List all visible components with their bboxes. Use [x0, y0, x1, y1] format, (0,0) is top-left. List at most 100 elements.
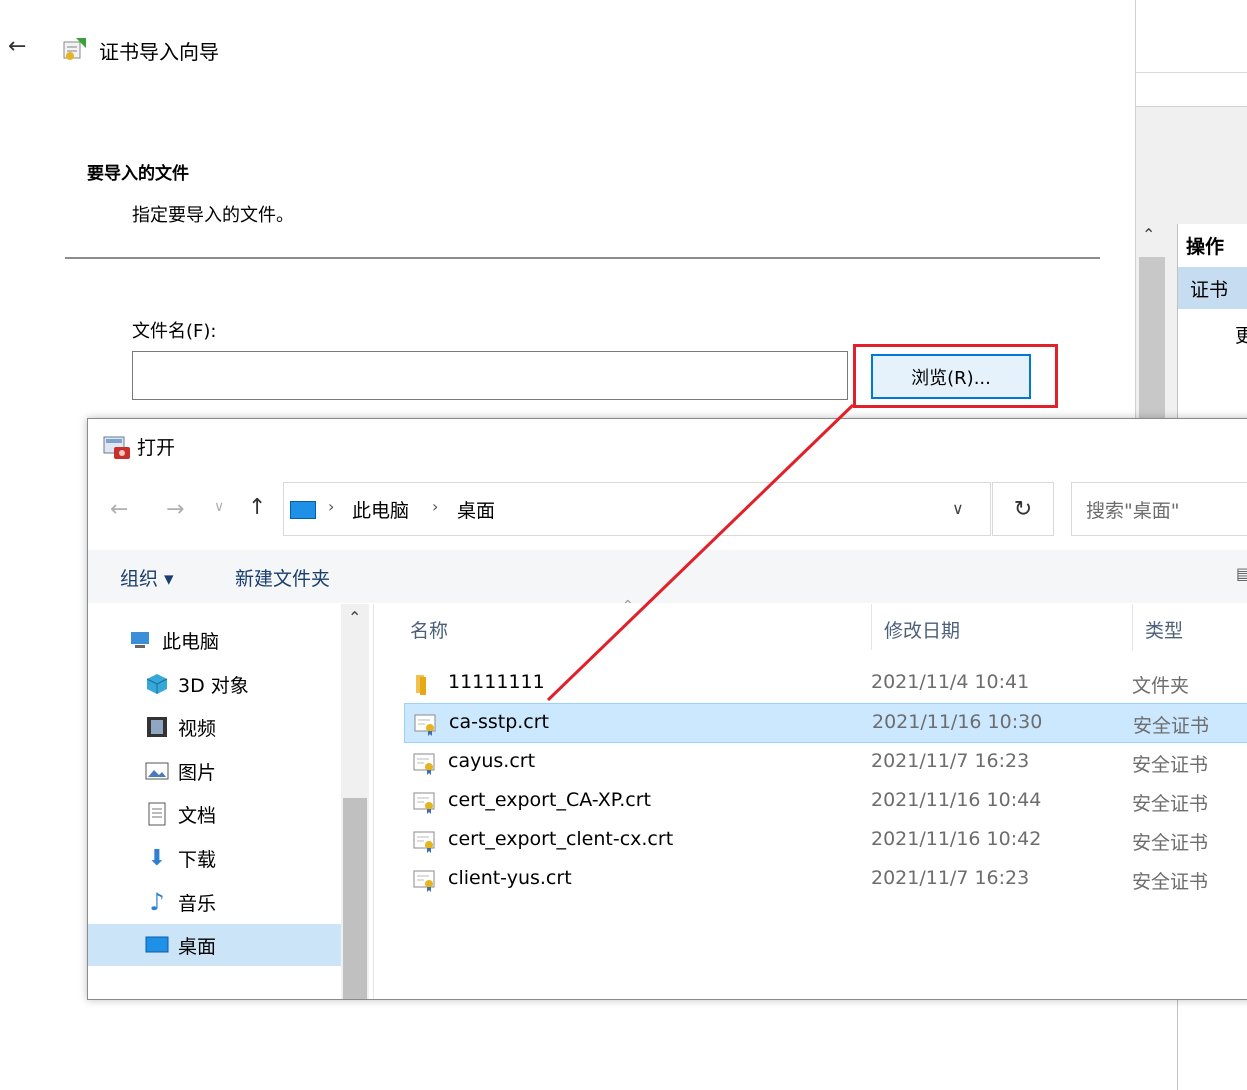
certificate-file-icon — [413, 792, 435, 814]
file-name: ca-sstp.crt — [449, 711, 550, 733]
chevron-right-icon[interactable]: › — [432, 497, 438, 516]
file-date: 2021/11/7 16:23 — [871, 750, 1030, 772]
file-type: 安全证书 — [1132, 832, 1209, 854]
certificate-file-icon — [413, 870, 435, 892]
file-type: 安全证书 — [1132, 754, 1209, 776]
browse-highlight-box — [853, 344, 1058, 408]
music-icon: ♪ — [149, 888, 165, 916]
more-actions-item[interactable]: 更 — [1235, 321, 1247, 348]
section-description: 指定要导入的文件。 — [132, 205, 294, 226]
file-row-folder[interactable]: 11111111 2021/11/4 10:41 文件夹 — [404, 664, 1247, 704]
pc-icon — [128, 629, 154, 651]
pictures-icon — [144, 760, 170, 782]
refresh-button[interactable]: ↻ — [992, 482, 1054, 536]
certificate-file-icon — [414, 714, 436, 736]
nav-item-music[interactable]: ♪ 音乐 — [144, 881, 341, 923]
file-date: 2021/11/16 10:44 — [871, 789, 1042, 811]
sort-caret-icon: ⌃ — [622, 598, 634, 614]
certificate-wizard-icon — [63, 38, 86, 60]
file-name-input[interactable] — [132, 351, 848, 400]
nav-item-pc[interactable]: 此电脑 — [128, 619, 341, 661]
divider — [65, 257, 1100, 259]
certificate-file-icon — [413, 831, 435, 853]
up-arrow-icon[interactable]: ↑ — [248, 495, 266, 520]
file-row[interactable]: cert_export_CA-XP.crt 2021/11/16 10:44 安… — [404, 782, 1247, 822]
file-row[interactable]: client-yus.crt 2021/11/7 16:23 安全证书 — [404, 860, 1247, 900]
forward-icon[interactable]: → — [166, 497, 184, 522]
file-name-label: 文件名(F): — [132, 321, 217, 342]
file-list: ⌃ 名称 修改日期 类型 11111111 2021/11/4 10:41 文件… — [374, 598, 1247, 999]
section-title: 要导入的文件 — [87, 164, 189, 184]
nav-item-label: 桌面 — [178, 935, 217, 958]
file-type: 安全证书 — [1132, 793, 1209, 815]
recent-locations-chevron-icon[interactable]: ∨ — [214, 499, 224, 515]
download-icon: ⬇ — [147, 845, 167, 871]
address-bar[interactable]: › 此电脑 › 桌面 ∨ — [283, 482, 991, 536]
chevron-down-icon[interactable]: ∨ — [952, 499, 964, 518]
file-row-selected[interactable]: ca-sstp.crt 2021/11/16 10:30 安全证书 — [404, 703, 1247, 743]
certificate-file-icon — [413, 753, 435, 775]
nav-item-label: 下载 — [178, 848, 217, 871]
new-folder-button[interactable]: 新建文件夹 — [235, 564, 330, 591]
organize-button[interactable]: 组织 ▾ — [120, 564, 174, 591]
dialog-title: 打开 — [137, 437, 176, 459]
file-type: 文件夹 — [1132, 675, 1190, 697]
desktop-icon — [144, 934, 170, 956]
file-date: 2021/11/7 16:23 — [871, 867, 1030, 889]
scrollbar-thumb[interactable] — [343, 798, 367, 999]
nav-scrollbar[interactable]: ⌃ — [341, 604, 369, 999]
folder-icon — [416, 675, 426, 695]
nav-item-label: 此电脑 — [162, 630, 220, 653]
file-row[interactable]: cayus.crt 2021/11/7 16:23 安全证书 — [404, 743, 1247, 783]
file-name: cayus.crt — [448, 750, 536, 772]
nav-item-label: 文档 — [178, 804, 217, 827]
nav-item-label: 视频 — [178, 717, 217, 740]
scroll-up-icon[interactable]: ⌃ — [348, 608, 361, 627]
file-row[interactable]: cert_export_clent-cx.crt 2021/11/16 10:4… — [404, 821, 1247, 861]
column-header-modified[interactable]: 修改日期 — [884, 616, 960, 643]
dialog-toolbar: 组织 ▾ 新建文件夹 ▤ — [88, 550, 1247, 603]
file-type: 安全证书 — [1133, 715, 1210, 737]
nav-item-downloads[interactable]: ⬇ 下载 — [144, 837, 341, 879]
nav-item-label: 图片 — [178, 761, 217, 784]
search-input[interactable]: 搜索"桌面" — [1071, 482, 1247, 536]
back-icon[interactable]: ← — [110, 497, 128, 522]
file-name: cert_export_CA-XP.crt — [448, 789, 651, 811]
breadcrumb-pc[interactable]: 此电脑 — [352, 496, 409, 523]
3d-objects-icon — [144, 673, 170, 695]
breadcrumb-desktop[interactable]: 桌面 — [457, 496, 495, 523]
panel-divider — [1136, 72, 1247, 73]
file-type: 安全证书 — [1132, 871, 1209, 893]
column-header-name[interactable]: 名称 — [410, 616, 448, 643]
actions-item-label: 证书 — [1190, 279, 1229, 301]
file-date: 2021/11/4 10:41 — [871, 671, 1030, 693]
chevron-right-icon[interactable]: › — [328, 497, 334, 516]
nav-item-desktop[interactable]: 桌面 — [88, 924, 341, 966]
column-header-type[interactable]: 类型 — [1145, 616, 1183, 643]
nav-item-3d-objects[interactable]: 3D 对象 — [144, 663, 341, 705]
wizard-title: 证书导入向导 — [99, 40, 219, 64]
actions-item-certificates[interactable]: 证书 — [1178, 267, 1247, 309]
scroll-up-icon[interactable]: ⌃ — [1142, 225, 1155, 244]
video-icon — [144, 716, 170, 738]
file-name: cert_export_clent-cx.crt — [448, 828, 674, 850]
pc-icon — [290, 501, 316, 519]
nav-item-label: 音乐 — [178, 892, 217, 915]
nav-item-label: 3D 对象 — [178, 674, 249, 697]
file-date: 2021/11/16 10:30 — [872, 711, 1043, 733]
view-options-icon[interactable]: ▤ — [1236, 564, 1247, 583]
file-date: 2021/11/16 10:42 — [871, 828, 1042, 850]
file-name: 11111111 — [448, 671, 545, 693]
file-name: client-yus.crt — [448, 867, 572, 889]
open-dialog-icon — [103, 436, 130, 459]
column-divider[interactable] — [1132, 604, 1133, 650]
open-file-dialog: 打开 ← → ∨ ↑ › 此电脑 › 桌面 ∨ ↻ 搜索"桌面" 组织 ▾ 新建… — [87, 418, 1247, 1000]
documents-icon — [144, 802, 170, 826]
column-divider[interactable] — [871, 604, 872, 650]
actions-title: 操作 — [1186, 236, 1225, 258]
nav-item-video[interactable]: 视频 — [144, 706, 341, 748]
nav-item-documents[interactable]: 文档 — [144, 793, 341, 835]
navigation-pane: 此电脑 3D 对象 视频 图片 文档 ⬇ 下载 ♪ 音乐 桌面 ⌃ — [88, 604, 373, 999]
back-arrow-icon[interactable]: ← — [8, 34, 26, 59]
nav-item-pictures[interactable]: 图片 — [144, 750, 341, 792]
